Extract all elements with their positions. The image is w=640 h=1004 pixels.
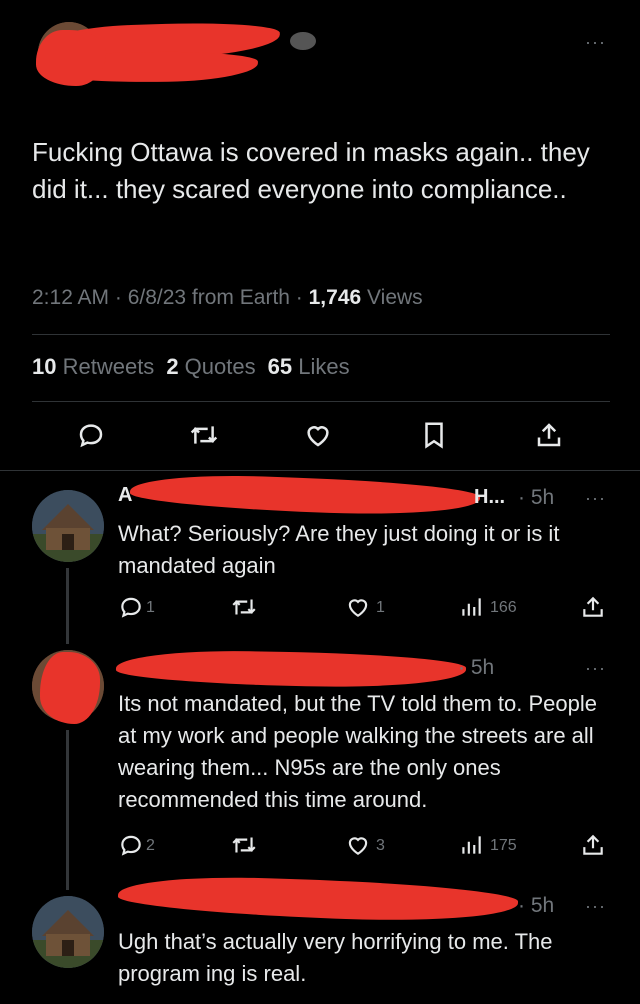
retweets-stat[interactable]: 10 Retweets (32, 354, 154, 379)
reply-text: What? Seriously? Are they just doing it … (118, 521, 560, 578)
likes-stat[interactable]: 65 Likes (268, 354, 350, 379)
reply-avatar[interactable] (32, 490, 104, 562)
divider (32, 401, 610, 402)
reply-action-bar: 2 3 175 (0, 830, 640, 870)
tweet-timestamp[interactable]: 2:12 AM · 6/8/23 from Earth · (32, 286, 309, 309)
main-action-bar (0, 416, 640, 456)
like-icon[interactable] (302, 420, 334, 450)
like-icon[interactable] (344, 832, 372, 858)
more-options-icon[interactable]: ··· (585, 658, 606, 679)
more-options-icon[interactable]: ··· (585, 32, 606, 53)
views-count: 1,746 (308, 286, 362, 309)
reply-count: 2 (146, 837, 155, 854)
reply-icon[interactable] (76, 420, 106, 450)
divider (32, 334, 610, 335)
views-count: 175 (490, 837, 517, 854)
retweet-icon[interactable] (188, 420, 220, 450)
reply-avatar[interactable] (32, 896, 104, 968)
reply-time[interactable]: · 5h (518, 486, 554, 510)
bookmark-icon[interactable] (420, 420, 448, 450)
quotes-stat[interactable]: 2 Quotes (166, 354, 255, 379)
redacted-reply-author (115, 648, 467, 690)
views-count: 166 (490, 599, 517, 616)
reply-author-handle[interactable]: H... (474, 486, 505, 509)
more-options-icon[interactable]: ··· (585, 896, 606, 917)
reply-icon[interactable] (118, 594, 144, 620)
views-icon[interactable] (458, 832, 484, 858)
reply-author-name[interactable]: A (118, 484, 132, 507)
redacted-reply-author (117, 873, 519, 925)
reply-count: 1 (146, 599, 155, 616)
like-icon[interactable] (344, 594, 372, 620)
retweet-icon[interactable] (230, 832, 258, 858)
like-count: 1 (376, 599, 385, 616)
reply-text: Ugh that’s actually very horrifying to m… (118, 929, 553, 986)
retweet-icon[interactable] (230, 594, 258, 620)
share-icon[interactable] (580, 832, 606, 858)
speech-bubble-icon (290, 32, 316, 50)
reply-time[interactable]: · 5h (518, 894, 554, 918)
redacted-reply-avatar (40, 652, 100, 724)
tweet-metadata: 2:12 AM · 6/8/23 from Earth · 1,746 View… (32, 286, 423, 310)
engagement-stats: 10 Retweets 2 Quotes 65 Likes (32, 354, 350, 380)
like-count: 3 (376, 837, 385, 854)
tweet-text: Fucking Ottawa is covered in masks again… (32, 137, 590, 204)
reply-icon[interactable] (118, 832, 144, 858)
share-icon[interactable] (534, 420, 564, 450)
reply-time[interactable]: · 5h (458, 656, 494, 680)
reply-action-bar: 1 1 166 (0, 592, 640, 632)
reply-text: Its not mandated, but the TV told them t… (118, 691, 598, 812)
redacted-avatar (36, 30, 106, 86)
divider (0, 470, 640, 471)
share-icon[interactable] (580, 594, 606, 620)
views-label: Views (361, 286, 423, 309)
more-options-icon[interactable]: ··· (585, 488, 606, 509)
redacted-reply-author (129, 471, 481, 519)
views-icon[interactable] (458, 594, 484, 620)
